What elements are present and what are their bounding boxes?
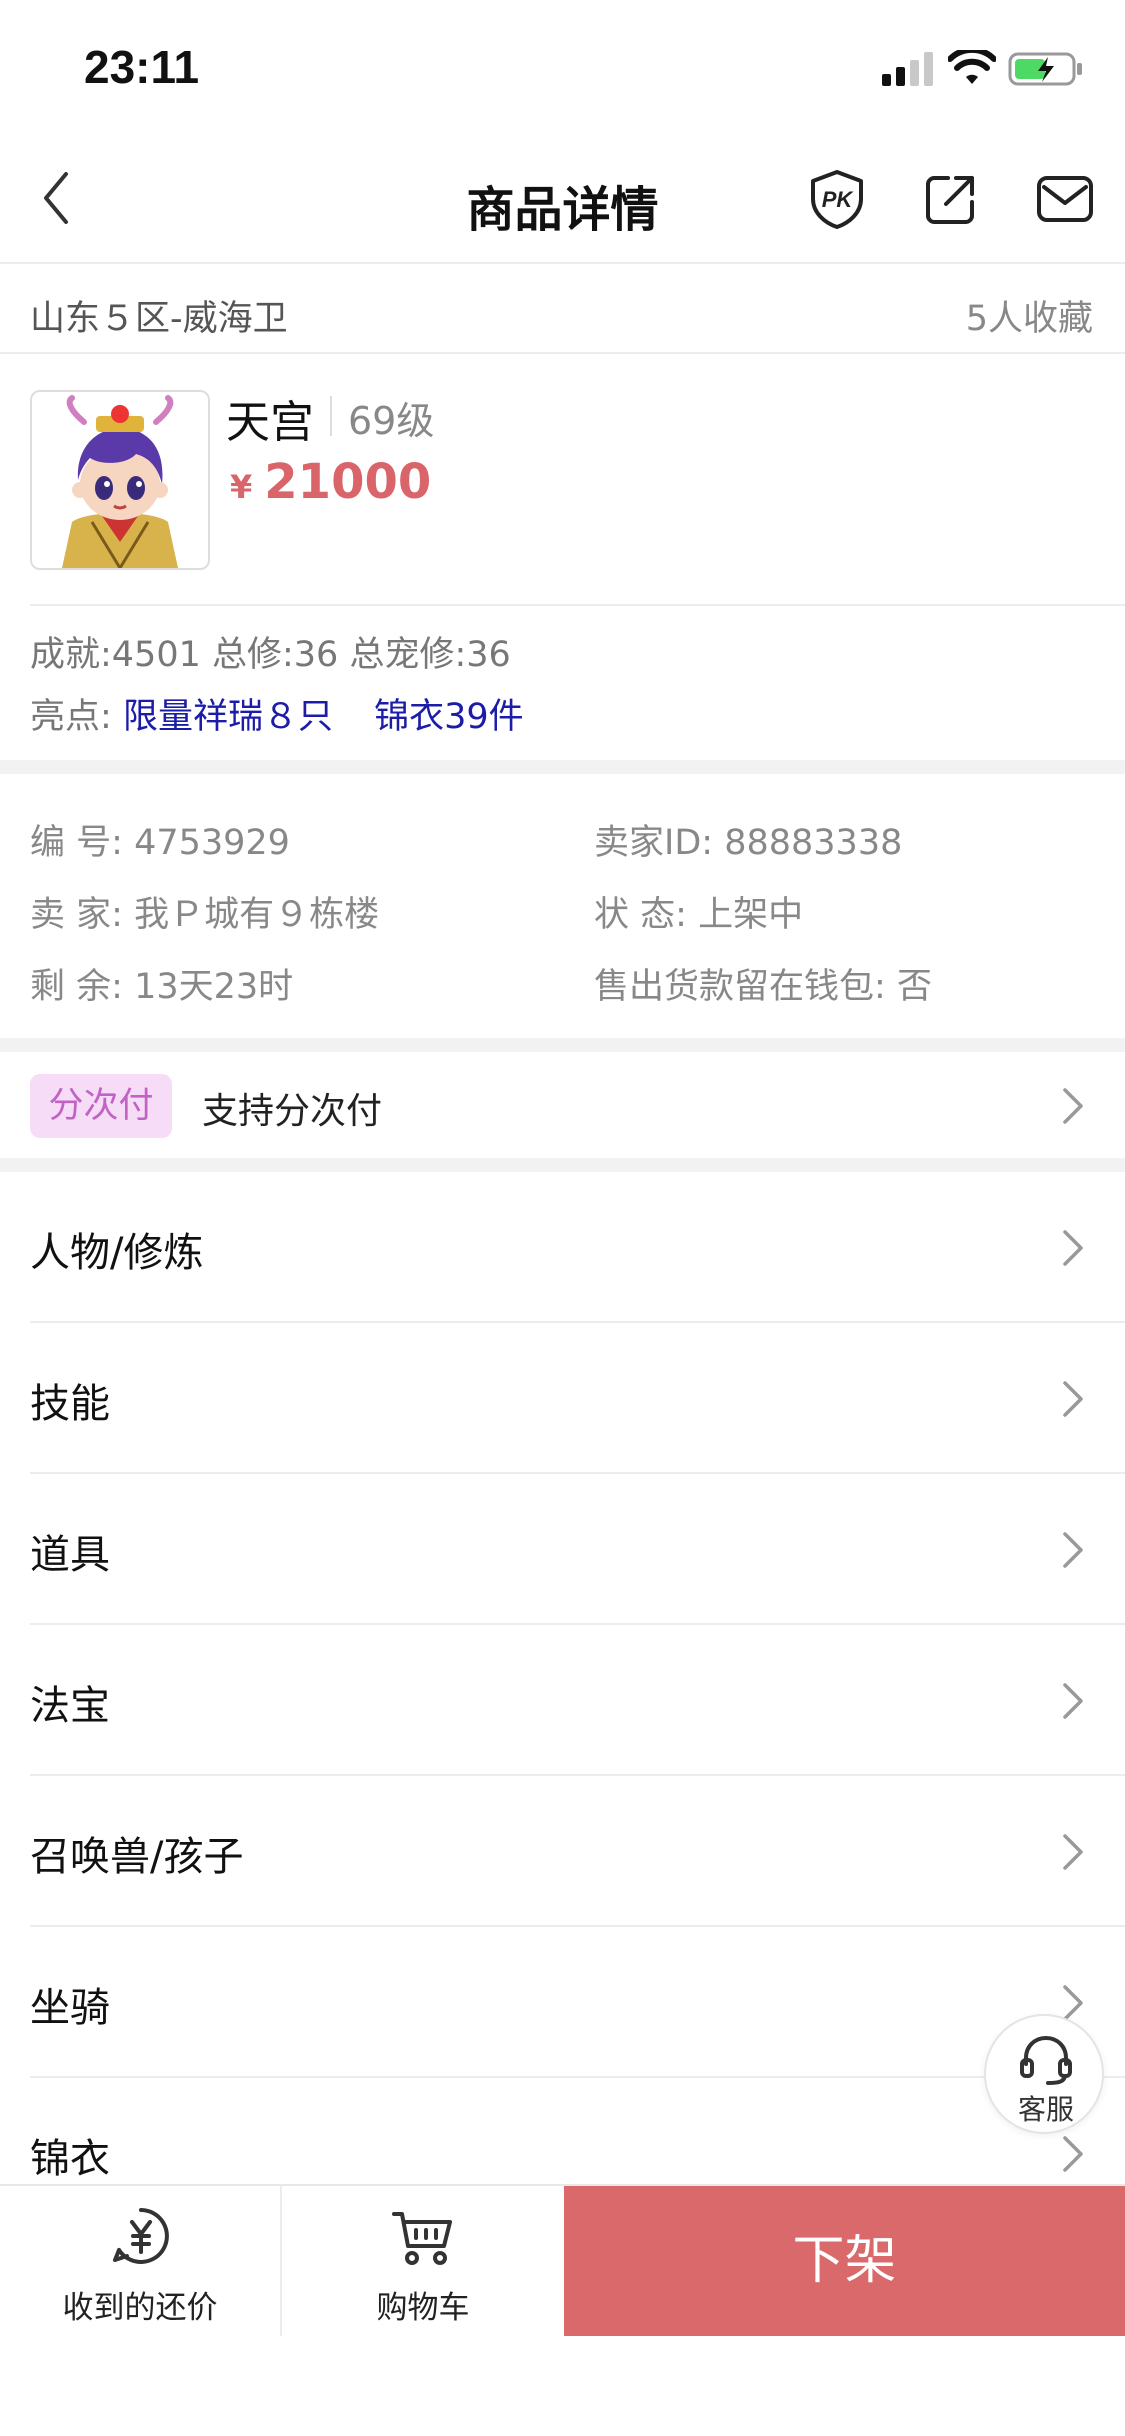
status-value: 上架中	[698, 895, 804, 935]
remaining-label: 剩 余:	[30, 967, 123, 1007]
character-class: 天宫	[226, 397, 314, 448]
currency-symbol: ¥	[230, 468, 253, 506]
mail-icon	[1037, 176, 1093, 222]
status-label: 状 态:	[594, 895, 687, 935]
character-level: 69级	[348, 399, 435, 443]
wallet-setting: 售出货款留在钱包: 否	[594, 958, 932, 1009]
chevron-right-icon	[1063, 1683, 1083, 1719]
wallet-label: 售出货款留在钱包:	[594, 967, 886, 1007]
divider	[30, 604, 1125, 606]
seller-label: 卖 家:	[30, 895, 123, 935]
seller: 卖 家: 我Ｐ城有９栋楼	[30, 886, 379, 937]
stats-summary: 成就:4501 总修:36 总宠修:36	[30, 635, 511, 675]
highlight-label: 亮点:	[30, 697, 112, 737]
level-separator	[330, 396, 332, 436]
status-bar: 23:11	[0, 0, 1125, 132]
section-gap	[0, 760, 1125, 774]
chevron-right-icon	[1063, 1088, 1083, 1124]
installment-tag: 分次付	[30, 1074, 172, 1138]
wifi-icon	[948, 50, 996, 84]
menu-item-character-cultivation[interactable]: 人物/修炼	[0, 1172, 1125, 1323]
character-portrait-image	[32, 392, 208, 568]
battery-charging-icon	[1008, 52, 1082, 86]
offers-received-button[interactable]: 收到的还价	[0, 2186, 282, 2336]
character-avatar[interactable]	[30, 390, 210, 570]
server-row: 山东５区-威海卫 5人收藏	[0, 264, 1125, 354]
seller-id: 卖家ID: 88883338	[594, 814, 902, 865]
svg-text:PK: PK	[822, 187, 855, 212]
share-button[interactable]	[920, 168, 982, 230]
seller-id-value: 88883338	[724, 823, 903, 863]
info-block: 编 号: 4753929 卖家ID: 88883338 卖 家: 我Ｐ城有９栋楼…	[0, 774, 1125, 1038]
item-id-label: 编 号:	[30, 823, 123, 863]
menu-item-label: 锦衣	[30, 2136, 110, 2182]
offers-received-label: 收到的还价	[62, 2290, 218, 2326]
highlights-row: 亮点: 限量祥瑞８只 锦衣39件	[30, 688, 554, 739]
delist-button[interactable]: 下架	[564, 2186, 1125, 2336]
cart-label: 购物车	[376, 2290, 470, 2326]
chevron-right-icon	[1063, 2136, 1083, 2172]
chevron-right-icon	[1063, 1834, 1083, 1870]
wallet-value: 否	[896, 967, 932, 1007]
price-value: 21000	[264, 454, 432, 510]
share-icon	[926, 176, 974, 224]
status-time: 23:11	[84, 41, 200, 93]
cellular-signal-icon	[882, 52, 933, 86]
price: ¥21000	[230, 454, 431, 510]
item-id-value: 4753929	[134, 823, 290, 863]
yuan-coin-icon	[113, 2208, 169, 2264]
menu-item-label: 道具	[30, 1532, 110, 1578]
menu-item-label: 坐骑	[30, 1985, 110, 2031]
menu-item-label: 召唤兽/孩子	[30, 1834, 244, 1880]
seller-value: 我Ｐ城有９栋楼	[134, 895, 380, 935]
menu-item-label: 人物/修炼	[30, 1230, 204, 1276]
section-gap	[0, 1038, 1125, 1052]
menu-item-pets-children[interactable]: 召唤兽/孩子	[0, 1776, 1125, 1927]
menu-item-items[interactable]: 道具	[0, 1474, 1125, 1625]
headset-icon	[1020, 2035, 1072, 2085]
menu-item-mounts[interactable]: 坐骑	[0, 1927, 1125, 2078]
pk-compare-button[interactable]: PK	[806, 168, 868, 230]
time-remaining: 剩 余: 13天23时	[30, 958, 293, 1009]
message-button[interactable]	[1034, 168, 1096, 230]
menu-item-label: 法宝	[30, 1683, 110, 1729]
installment-row[interactable]: 分次付 支持分次付	[0, 1052, 1125, 1158]
nav-bar: 商品详情 PK	[0, 132, 1125, 264]
menu-item-skills[interactable]: 技能	[0, 1323, 1125, 1474]
item-id: 编 号: 4753929	[30, 814, 290, 865]
cart-button[interactable]: 购物车	[282, 2186, 564, 2336]
chevron-right-icon	[1063, 1381, 1083, 1417]
favorite-count: 5人收藏	[965, 299, 1093, 339]
remaining-value: 13天23时	[134, 967, 294, 1007]
chevron-right-icon	[1063, 1532, 1083, 1568]
highlight-item[interactable]: 锦衣39件	[374, 697, 524, 737]
customer-service-label: 客服	[1017, 2093, 1074, 2126]
shopping-cart-icon	[392, 2212, 452, 2265]
bottom-action-bar: 收到的还价 购物车 下架	[0, 2184, 1125, 2336]
section-gap	[0, 1158, 1125, 1172]
chevron-right-icon	[1063, 1230, 1083, 1266]
menu-item-label: 技能	[30, 1381, 110, 1427]
seller-id-label: 卖家ID:	[594, 823, 714, 863]
highlight-item[interactable]: 限量祥瑞８只	[123, 697, 333, 737]
customer-service-button[interactable]: 客服	[984, 2014, 1104, 2134]
menu-item-outfits[interactable]: 锦衣	[0, 2078, 1125, 2184]
listing-status: 状 态: 上架中	[594, 886, 803, 937]
pk-shield-icon: PK	[811, 170, 863, 229]
installment-text: 支持分次付	[202, 1091, 383, 1132]
menu-item-treasures[interactable]: 法宝	[0, 1625, 1125, 1776]
product-header: 天宫 69级 ¥21000	[0, 354, 1125, 606]
server-name: 山东５区-威海卫	[30, 299, 288, 339]
